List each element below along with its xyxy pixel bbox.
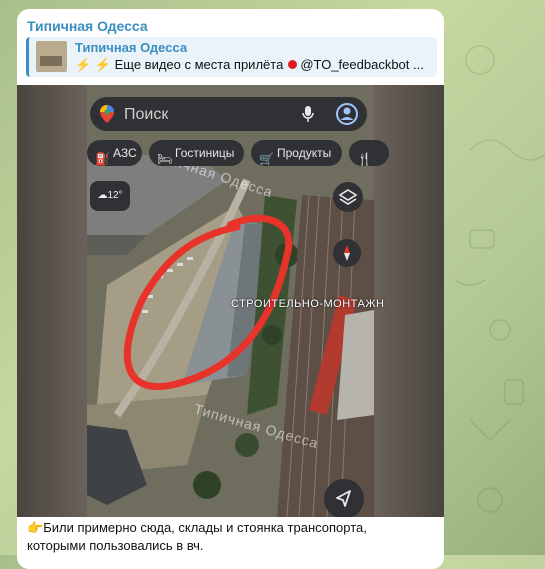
account-icon[interactable] xyxy=(336,103,358,125)
chip-label: АЗС xyxy=(113,146,137,160)
hotel-icon: 🛏 xyxy=(157,152,173,166)
channel-name[interactable]: Типичная Одесса xyxy=(27,18,148,34)
search-input[interactable]: Поиск xyxy=(124,106,168,124)
map-place-label: СТРОИТЕЛЬНО-МОНТАЖН xyxy=(231,298,385,310)
chip-gas-station[interactable]: ⛽ АЗС xyxy=(87,140,142,166)
video-media[interactable]: Типичная Одесса Типичная Одесса Поиск ⛽ … xyxy=(17,85,444,517)
restaurant-icon: 🍴 xyxy=(357,152,372,166)
red-circle-icon xyxy=(288,60,298,69)
caption-line-1: Били примерно сюда, склады и стоянка тра… xyxy=(43,520,367,535)
chip-label: Продукты xyxy=(277,146,332,160)
gas-station-icon: ⛽ xyxy=(95,152,110,166)
reply-thumbnail xyxy=(36,41,67,72)
temperature: 12° xyxy=(107,190,123,201)
maps-screenshot: Типичная Одесса Типичная Одесса Поиск ⛽ … xyxy=(87,85,389,517)
category-chips: ⛽ АЗС 🛏 Гостиницы 🛒 Продукты 🍴 xyxy=(87,140,389,168)
reply-preview[interactable]: Типичная Одесса ⚡ ⚡ Еще видео с места пр… xyxy=(26,37,437,77)
layers-icon xyxy=(338,189,358,205)
chip-hotels[interactable]: 🛏 Гостиницы xyxy=(149,140,244,166)
weather-badge[interactable]: ☁12° xyxy=(90,181,130,211)
microphone-icon[interactable] xyxy=(302,106,314,123)
caption-line-2: которыми пользовались в вч. xyxy=(27,538,204,553)
channel-message-bubble: Типичная Одесса Типичная Одесса ⚡ ⚡ Еще … xyxy=(17,9,444,569)
reply-text-prefix: ⚡ ⚡ Еще видео с места прилёта xyxy=(75,57,284,72)
navigate-icon xyxy=(336,490,351,507)
map-pin-icon xyxy=(100,105,114,123)
pointing-hand-icon: 👉 xyxy=(27,520,44,535)
reply-text: ⚡ ⚡ Еще видео с места прилёта @TO_feedbac… xyxy=(75,57,430,73)
layers-button[interactable] xyxy=(333,182,363,212)
cart-icon: 🛒 xyxy=(259,152,274,166)
compass-icon xyxy=(344,245,350,261)
navigate-button[interactable] xyxy=(324,479,364,517)
compass-button[interactable] xyxy=(333,239,361,267)
video-blur-left xyxy=(17,85,87,517)
reply-text-suffix: @TO_feedbackbot ... xyxy=(300,57,424,72)
reply-title: Типичная Одесса xyxy=(75,40,188,55)
chip-label: Гостиницы xyxy=(175,146,235,160)
cloud-icon: ☁ xyxy=(97,190,108,201)
maps-search-bar[interactable]: Поиск xyxy=(90,97,367,131)
chip-groceries[interactable]: 🛒 Продукты xyxy=(251,140,342,166)
message-caption: 👉Били примерно сюда, склады и стоянка тр… xyxy=(27,519,437,555)
chip-restaurants[interactable]: 🍴 xyxy=(349,140,389,166)
